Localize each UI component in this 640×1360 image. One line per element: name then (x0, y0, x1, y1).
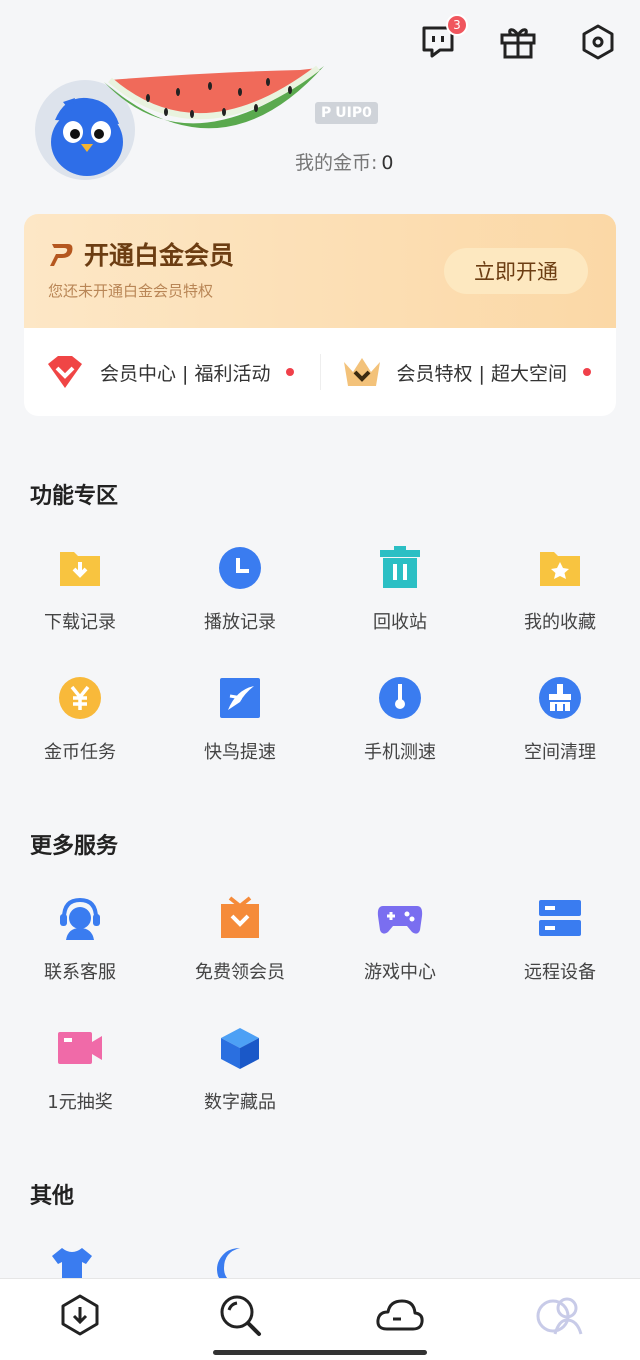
vip-links-bar: 会员中心 | 福利活动 会员特权 | 超大空间 (24, 328, 616, 416)
search-icon (220, 1295, 261, 1336)
feature-label: 回收站 (373, 612, 427, 633)
services-grid: 联系客服 免费领会员 游戏中心 远程设备 1元抽奖 数字藏品 (0, 876, 640, 1136)
vip-title: 开通白金会员 (84, 241, 235, 270)
feature-label: 播放记录 (204, 612, 276, 633)
nav-cloud[interactable] (370, 1285, 430, 1345)
feature-space-cleanup[interactable]: 空间清理 (480, 656, 640, 786)
features-grid: 下载记录 播放记录 回收站 我的收藏 金币任务 快鸟提速 手机测速 空间清理 (0, 526, 640, 786)
moon-icon (217, 1248, 240, 1278)
home-indicator (213, 1350, 427, 1355)
service-lottery[interactable]: 1元抽奖 (0, 1006, 160, 1136)
open-vip-button[interactable]: 立即开通 (444, 248, 588, 294)
vip-center-link[interactable]: 会员中心 | 福利活动 (24, 354, 320, 390)
other-section-title: 其他 (30, 1184, 75, 1209)
other-item-dark-mode[interactable] (212, 1244, 262, 1278)
vip-level-text: UIP0 (335, 105, 372, 121)
top-bar: 3 (418, 14, 618, 62)
feature-recycle-bin[interactable]: 回收站 (320, 526, 480, 656)
vip-privileges-link[interactable]: 会员特权 | 超大空间 (319, 354, 617, 390)
service-remote-devices[interactable]: 远程设备 (480, 876, 640, 1006)
coin-icon (59, 677, 101, 719)
cube-icon (221, 1028, 259, 1069)
service-label: 数字藏品 (204, 1092, 276, 1113)
services-section-title: 更多服务 (30, 834, 119, 859)
bottom-nav (0, 1278, 640, 1360)
feature-coin-tasks[interactable]: 金币任务 (0, 656, 160, 786)
gift-button[interactable] (498, 22, 538, 62)
service-label: 游戏中心 (364, 962, 436, 983)
feature-label: 下载记录 (44, 612, 116, 633)
feature-label: 空间清理 (524, 742, 596, 763)
feature-label: 金币任务 (44, 742, 116, 763)
speedometer-icon (379, 677, 421, 719)
service-free-vip[interactable]: 免费领会员 (160, 876, 320, 1006)
broom-icon (539, 677, 581, 719)
coins-label: 我的金币: (295, 152, 378, 174)
trash-icon (380, 546, 420, 588)
vip-promo-card[interactable]: 开通白金会员 您还未开通白金会员特权 立即开通 (24, 214, 616, 328)
gamepad-icon (377, 906, 423, 934)
service-label: 1元抽奖 (47, 1092, 113, 1113)
shirt-icon (52, 1248, 92, 1278)
service-label: 联系客服 (44, 962, 116, 983)
notification-dot (286, 368, 295, 376)
cloud-icon (376, 1299, 424, 1330)
coins-value: 0 (381, 152, 394, 174)
settings-button[interactable] (578, 22, 618, 62)
notification-dot (582, 368, 591, 376)
download-folder-icon (60, 552, 100, 586)
feature-label: 手机测速 (364, 742, 436, 763)
service-label: 远程设备 (524, 962, 596, 983)
nav-search[interactable] (210, 1285, 270, 1345)
vip-level-tag: P UIP0 (315, 102, 378, 124)
diamond-icon (48, 356, 82, 388)
service-game-center[interactable]: 游戏中心 (320, 876, 480, 1006)
nav-downloads[interactable] (50, 1285, 110, 1345)
star-folder-icon (540, 552, 580, 586)
other-item-skin[interactable] (50, 1244, 100, 1278)
crown-icon (343, 358, 380, 386)
service-label: 免费领会员 (195, 962, 285, 983)
gift-icon (500, 28, 536, 59)
video-camera-icon (58, 1032, 102, 1064)
platinum-p-icon (50, 244, 73, 266)
feature-speed-boost[interactable]: 快鸟提速 (160, 656, 320, 786)
profile-header: P UIP0 我的金币: 0 (30, 65, 630, 190)
messages-button[interactable]: 3 (418, 14, 468, 62)
feature-download-history[interactable]: 下载记录 (0, 526, 160, 656)
feature-play-history[interactable]: 播放记录 (160, 526, 320, 656)
vip-center-label: 会员中心 | 福利活动 (100, 362, 271, 385)
feature-favorites[interactable]: 我的收藏 (480, 526, 640, 656)
message-badge: 3 (446, 14, 468, 36)
service-customer-support[interactable]: 联系客服 (0, 876, 160, 1006)
vip-subtitle: 您还未开通白金会员特权 (48, 282, 214, 300)
server-icon (539, 900, 581, 936)
headset-icon (60, 897, 100, 940)
bird-icon (220, 678, 260, 718)
profile-nav-icon (536, 1297, 583, 1334)
nav-profile[interactable] (530, 1285, 590, 1345)
clock-icon (219, 547, 261, 589)
feature-label: 快鸟提速 (204, 742, 276, 763)
gift-box-icon (221, 896, 259, 938)
download-nav-icon (61, 1294, 99, 1335)
p-logo-icon: P (321, 105, 332, 121)
service-digital-collectibles[interactable]: 数字藏品 (160, 1006, 320, 1136)
settings-icon (582, 24, 614, 60)
coins-row[interactable]: 我的金币: 0 (295, 148, 394, 175)
features-section-title: 功能专区 (30, 484, 119, 509)
vip-title-row: 开通白金会员 (48, 236, 234, 272)
vip-privileges-label: 会员特权 | 超大空间 (396, 362, 567, 385)
feature-phone-speedtest[interactable]: 手机测速 (320, 656, 480, 786)
feature-label: 我的收藏 (524, 612, 596, 633)
